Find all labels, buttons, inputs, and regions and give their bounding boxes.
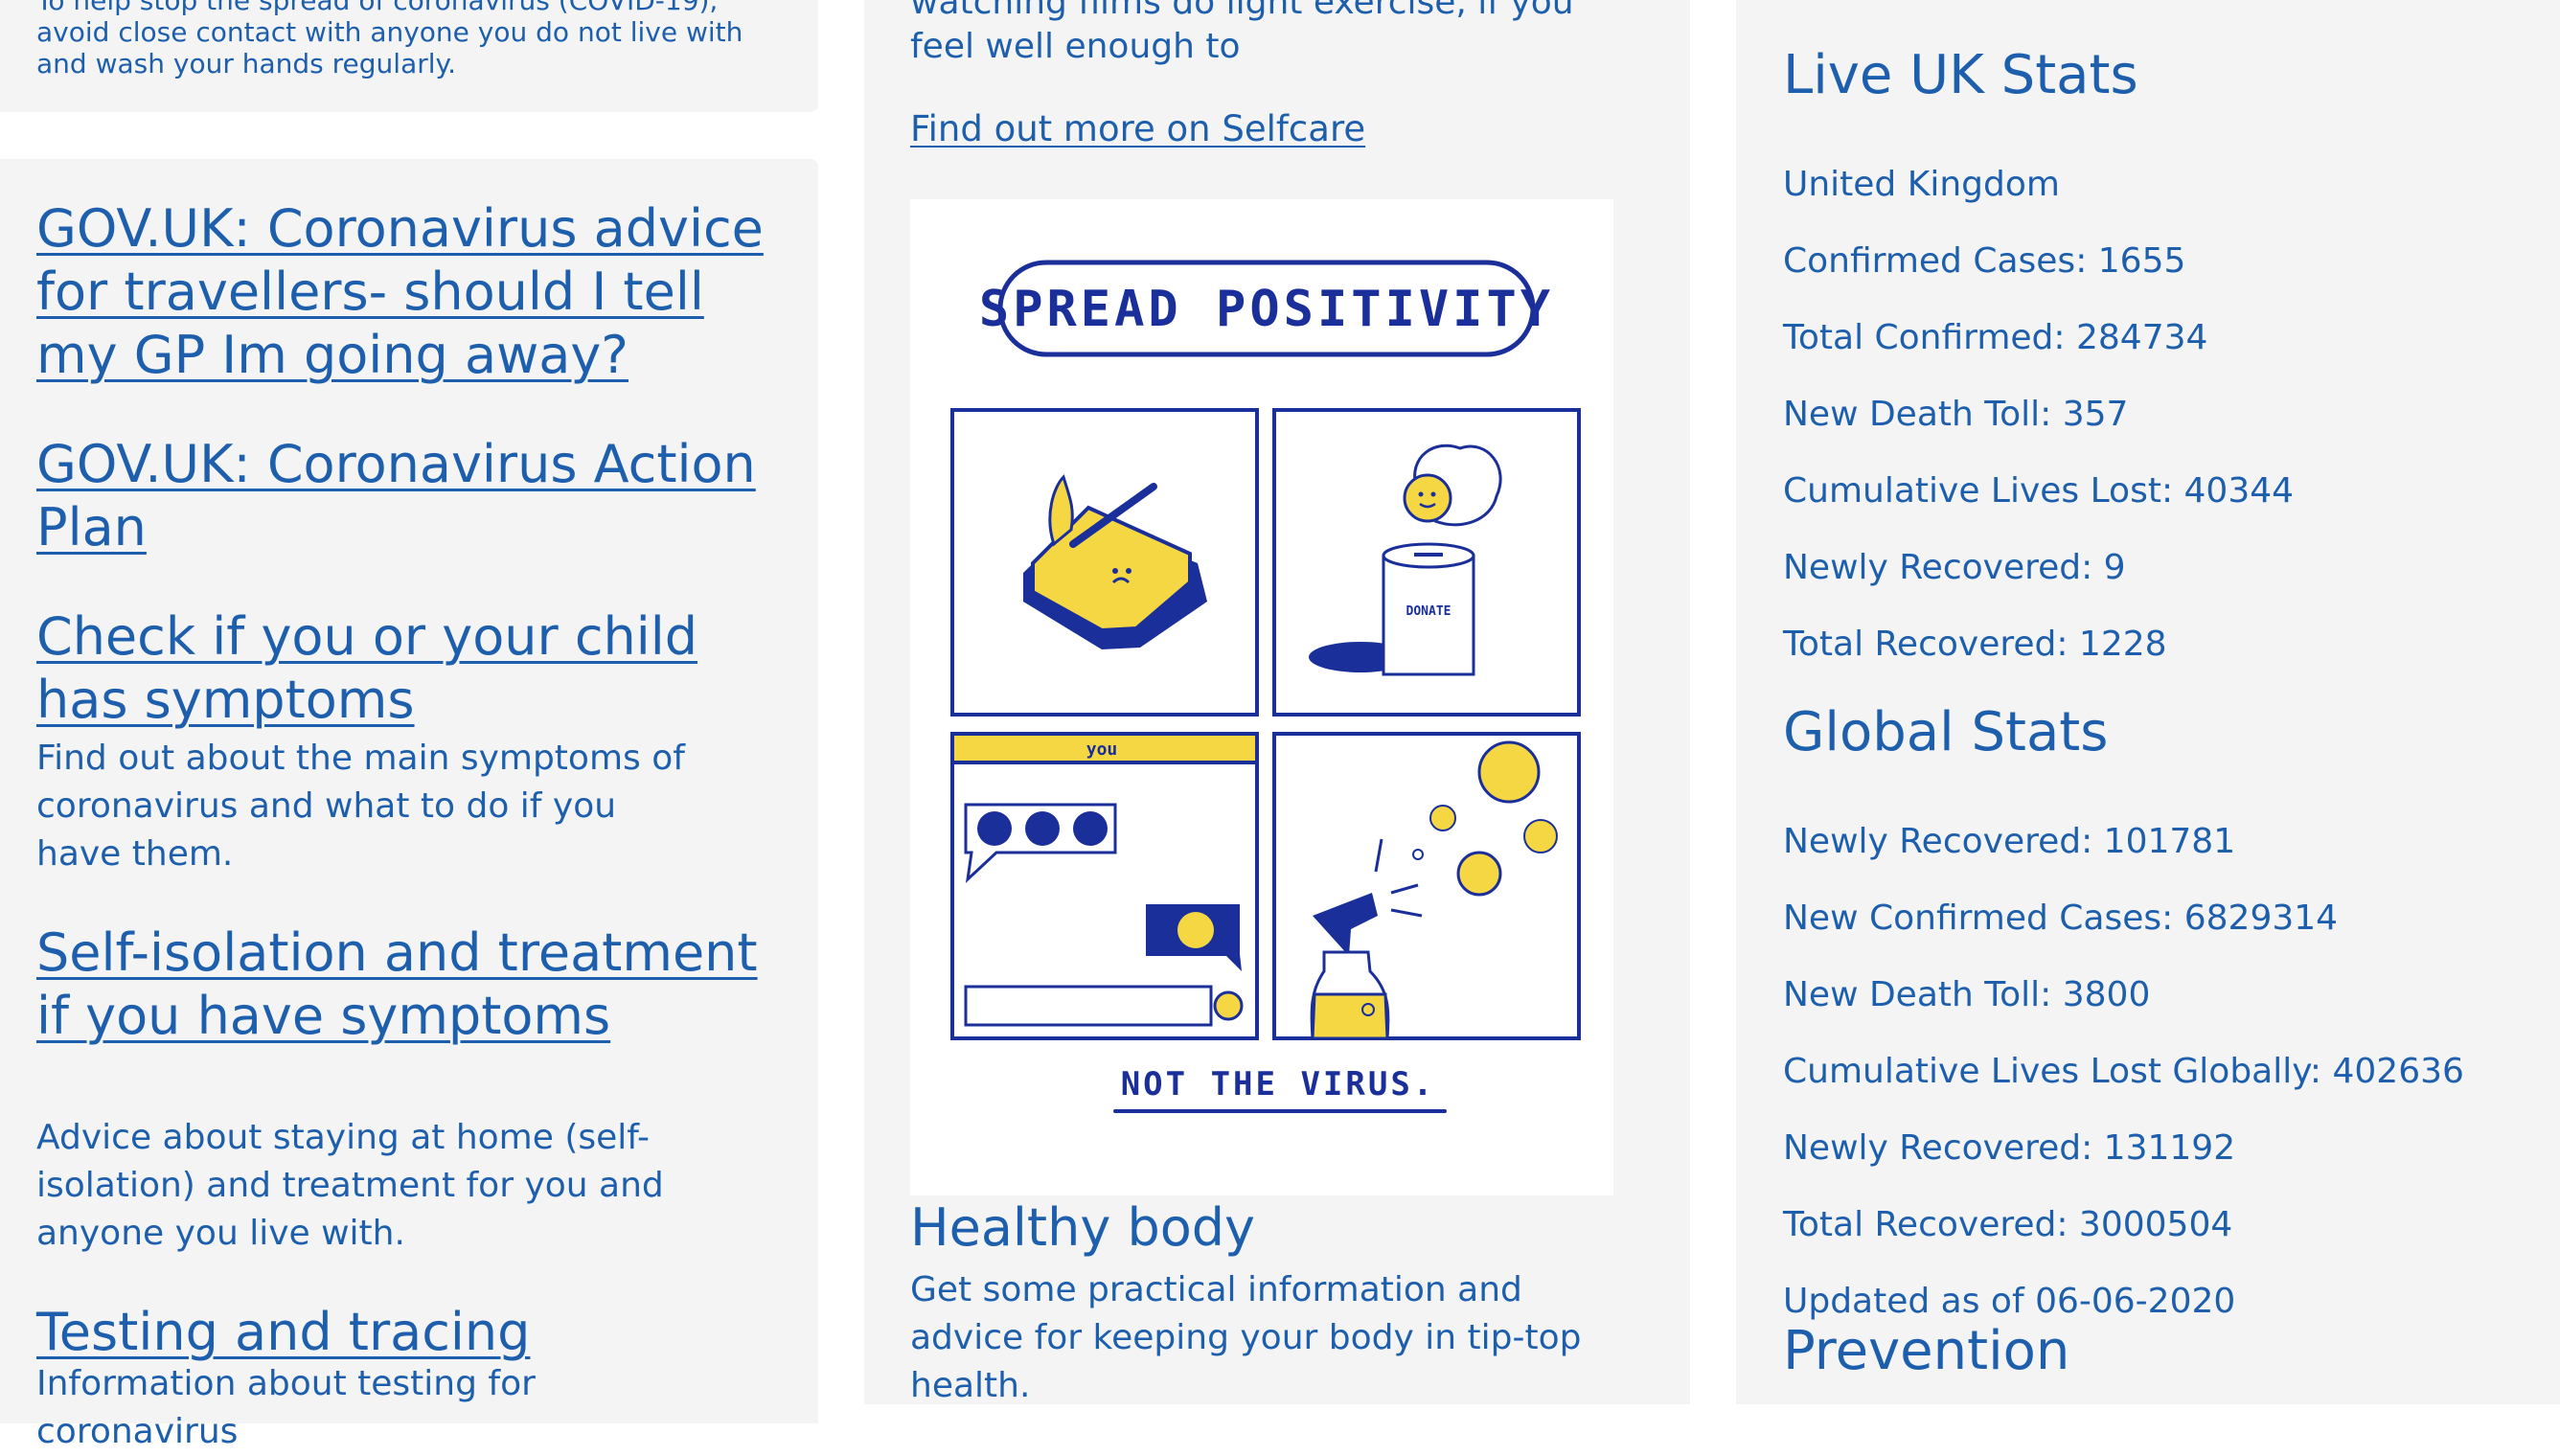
- global-stat-new-confirmed-cases: New Confirmed Cases: 6829314: [1783, 899, 2339, 938]
- uk-stat-total-confirmed: Total Confirmed: 284734: [1783, 318, 2208, 357]
- uk-stat-new-death-toll: New Death Toll: 357: [1783, 395, 2129, 434]
- spray-panel: [1272, 732, 1581, 1040]
- stats-updated-date: Updated as of 06-06-2020: [1783, 1282, 2236, 1321]
- poster-footer: NOT THE VIRUS.: [1121, 1065, 1436, 1103]
- global-stats-heading: Global Stats: [1783, 701, 2109, 763]
- global-stat-new-death-toll: New Death Toll: 3800: [1783, 975, 2151, 1014]
- healthy-body-description: Get some practical information and advic…: [910, 1270, 1582, 1405]
- uk-stat-country: United Kingdom: [1783, 165, 2060, 204]
- prevention-intro-card: To help stop the spread of coronavirus (…: [0, 0, 818, 112]
- action-plan-link[interactable]: GOV.UK: Coronavirus Action Plan: [36, 433, 793, 559]
- uk-stats-heading: Live UK Stats: [1783, 44, 2138, 106]
- uk-stat-newly-recovered: Newly Recovered: 9: [1783, 548, 2126, 587]
- resource-links-card: GOV.UK: Coronavirus advice for traveller…: [0, 159, 818, 1451]
- chat-label: you: [1086, 739, 1118, 760]
- uk-stat-total-recovered: Total Recovered: 1228: [1783, 625, 2167, 664]
- poster-heading: SPREAD POSITIVITY: [979, 281, 1554, 338]
- donate-label: DONATE: [1406, 604, 1451, 619]
- prevention-intro-text: To help stop the spread of coronavirus (…: [36, 0, 743, 80]
- prevention-heading: Prevention: [1783, 1320, 2070, 1382]
- stats-card: Live UK Stats United Kingdom Confirmed C…: [1736, 0, 2560, 1404]
- wellbeing-tip-text: watching films do light exercise, if you…: [910, 0, 1574, 66]
- toast-panel: [950, 408, 1259, 717]
- global-stat-newly-recovered-2: Newly Recovered: 131192: [1783, 1128, 2236, 1168]
- travel-advice-link[interactable]: GOV.UK: Coronavirus advice for traveller…: [36, 197, 793, 387]
- global-stat-newly-recovered: Newly Recovered: 101781: [1783, 822, 2236, 861]
- chat-panel: you: [950, 732, 1259, 1040]
- donate-panel: DONATE: [1272, 408, 1581, 717]
- global-stat-cumulative-lives-lost: Cumulative Lives Lost Globally: 402636: [1783, 1052, 2464, 1091]
- uk-stat-confirmed-cases: Confirmed Cases: 1655: [1783, 241, 2186, 281]
- self-isolation-description: Advice about staying at home (self-isola…: [36, 1118, 664, 1253]
- selfcare-card: watching films do light exercise, if you…: [864, 0, 1690, 1405]
- uk-stat-cumulative-lives-lost: Cumulative Lives Lost: 40344: [1783, 471, 2295, 511]
- symptoms-check-link[interactable]: Check if you or your child has symptoms: [36, 605, 793, 732]
- healthy-body-title: Healthy body: [910, 1197, 1255, 1258]
- spread-positivity-poster: SPREAD POSITIVITY DONATE you NOT THE VIR…: [910, 199, 1613, 1195]
- symptoms-check-description: Find out about the main symptoms of coro…: [36, 739, 685, 874]
- global-stat-total-recovered: Total Recovered: 3000504: [1783, 1205, 2233, 1244]
- testing-tracing-link[interactable]: Testing and tracing: [36, 1301, 793, 1364]
- self-isolation-link[interactable]: Self-isolation and treatment if you have…: [36, 921, 793, 1048]
- selfcare-link[interactable]: Find out more on Selfcare: [910, 107, 1365, 151]
- testing-tracing-description: Information about testing for coronaviru…: [36, 1364, 536, 1451]
